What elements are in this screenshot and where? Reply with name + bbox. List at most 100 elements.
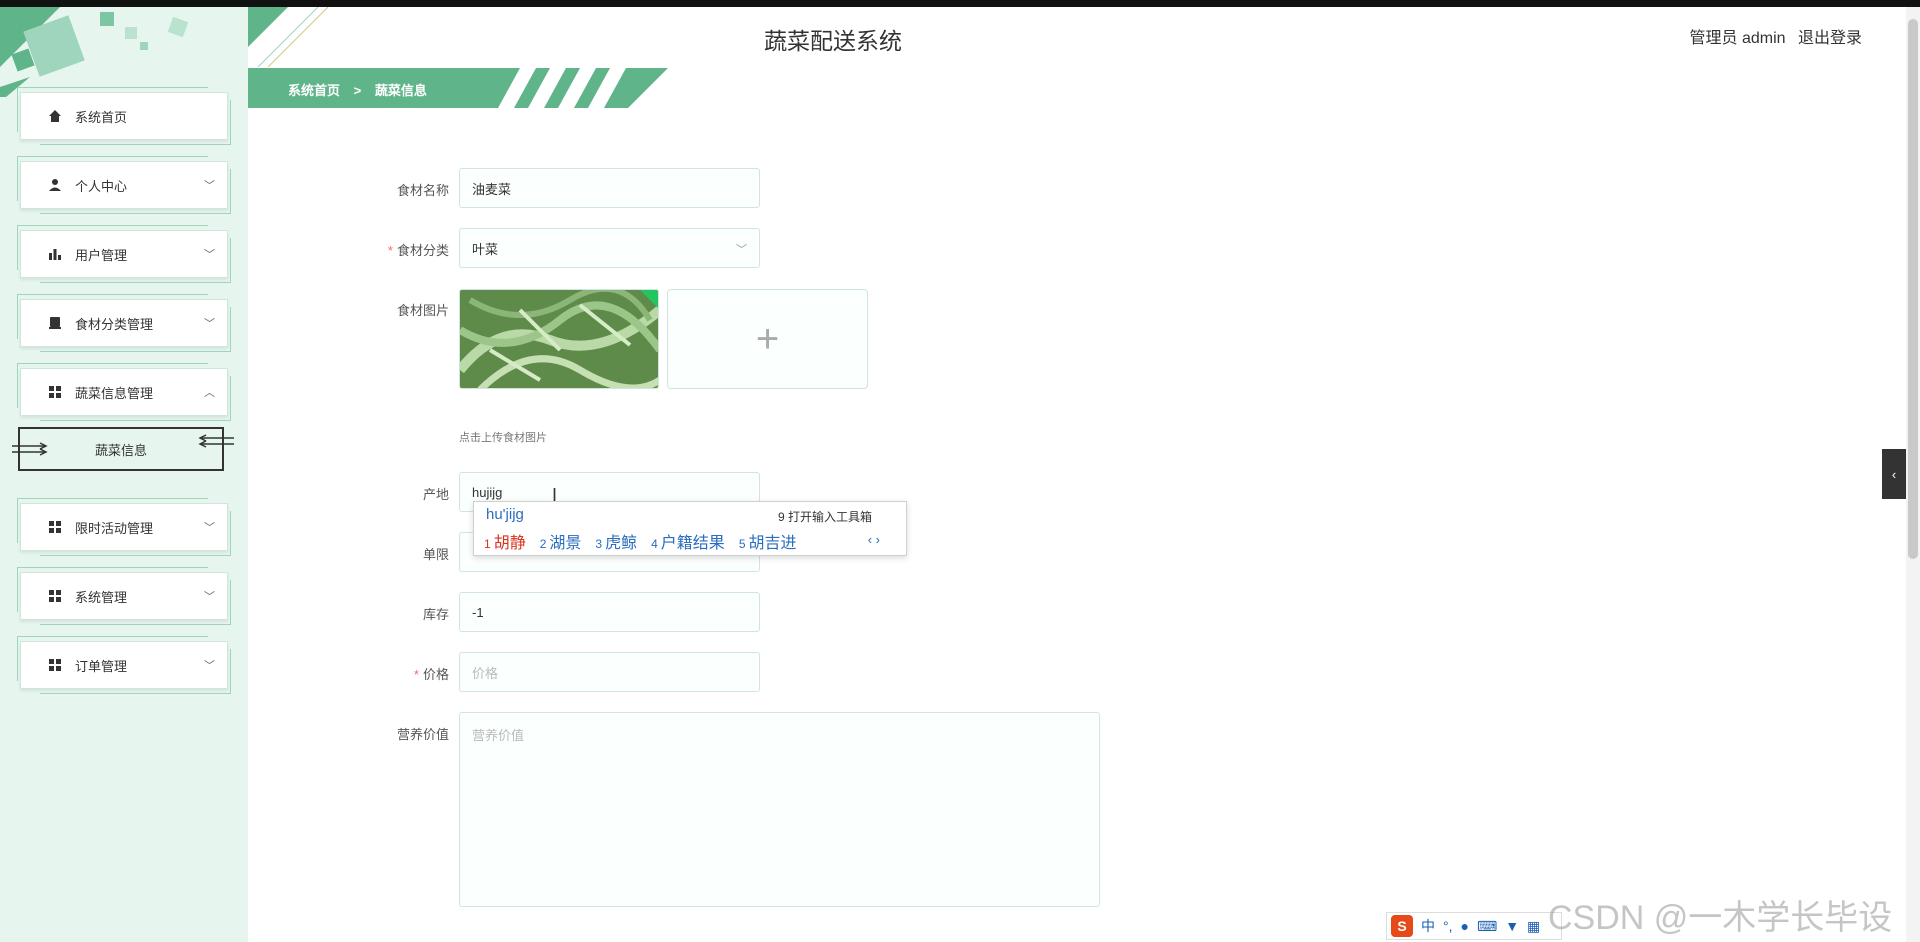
limit-label: 单限: [422, 547, 449, 562]
candidate-number: 3: [595, 537, 603, 551]
ime-candidate-popup: hu'jijg 9 打开输入工具箱 1 胡静 2 湖景 3 虎鲸 4 户籍结果 5 胡吉进…: [473, 501, 907, 556]
sidebar-item-category[interactable]: 食材分类管理 ﹀: [17, 294, 231, 352]
watermark: CSDN @一木学长毕设: [1548, 899, 1893, 937]
sidebar-subitem-label: 蔬菜信息: [94, 442, 147, 458]
punctuation-icon[interactable]: °,: [1443, 918, 1453, 934]
breadcrumb-current: 蔬菜信息: [374, 83, 427, 98]
ime-candidate[interactable]: 2 湖景: [540, 529, 582, 553]
stock-input[interactable]: -1: [459, 592, 760, 632]
grid-icon: [47, 657, 63, 673]
breadcrumb: 系统首页 > 蔬菜信息: [288, 80, 437, 99]
sidebar-item-label: 个人中心: [75, 178, 128, 194]
sidebar-item-label: 限时活动管理: [75, 520, 154, 536]
name-input[interactable]: 油麦菜: [459, 168, 760, 208]
chevron-down-icon: ﹀: [204, 318, 215, 330]
ime-page-nav[interactable]: ‹ ›: [868, 532, 880, 547]
breadcrumb-separator: >: [353, 83, 362, 98]
scrollbar-thumb[interactable]: [1908, 19, 1918, 559]
candidate-number: 5: [738, 537, 746, 551]
image-upload-button[interactable]: +: [667, 289, 868, 389]
header-decoration: [248, 7, 329, 67]
candidate-text: 虎鲸: [605, 535, 638, 552]
category-icon: [47, 315, 63, 331]
category-label-text: 食材分类: [396, 243, 449, 258]
user-icon: [47, 177, 63, 193]
ime-candidate[interactable]: 1 胡静: [484, 529, 526, 553]
sidebar-item-vegetable[interactable]: 蔬菜信息管理 ︿: [17, 363, 231, 421]
candidate-text: 胡吉进: [748, 535, 797, 552]
grid-icon: [47, 588, 63, 604]
sidebar-item-users[interactable]: 用户管理 ﹀: [17, 225, 231, 283]
chevron-down-icon: ﹀: [736, 244, 747, 256]
toolbox-icon[interactable]: ▦: [1527, 918, 1540, 935]
vegetable-image[interactable]: [459, 289, 659, 389]
user-area: 管理员 admin 退出登录: [1682, 24, 1863, 48]
chevron-down-icon: ﹀: [204, 522, 215, 534]
user-label: 管理员 admin: [1689, 30, 1786, 47]
name-label: 食材名称: [396, 183, 449, 198]
scrollbar[interactable]: [1906, 7, 1920, 942]
home-icon: [47, 108, 63, 124]
sidebar-item-label: 系统首页: [75, 109, 128, 125]
price-label: * 价格: [329, 664, 449, 683]
bar-chart-icon: [47, 246, 63, 262]
plus-icon: +: [755, 316, 780, 361]
ime-composition: hu'jijg: [486, 506, 524, 523]
stock-label: 库存: [422, 607, 449, 622]
nutrition-label: 营养价值: [396, 727, 449, 742]
sidebar-item-label: 用户管理: [75, 247, 128, 263]
image-label: 食材图片: [396, 303, 449, 318]
window-top-border: [0, 0, 1920, 7]
logout-link[interactable]: 退出登录: [1798, 30, 1862, 47]
sidebar-item-label: 蔬菜信息管理: [75, 385, 154, 401]
sidebar-item-profile[interactable]: 个人中心 ﹀: [17, 156, 231, 214]
ime-candidate[interactable]: 5 胡吉进: [739, 529, 797, 553]
category-value: 叶菜: [472, 241, 499, 257]
microphone-icon[interactable]: ●: [1461, 918, 1469, 934]
chevron-down-icon: ﹀: [204, 180, 215, 192]
sidebar-item-label: 食材分类管理: [75, 316, 154, 332]
ime-mode-label[interactable]: 中: [1421, 916, 1435, 936]
sidebar: 系统首页 个人中心 ﹀ 用户管理 ﹀ 食材分类管理 ﹀ 蔬菜信息管理 ︿ 限时活…: [0, 7, 248, 942]
price-label-text: 价格: [422, 667, 449, 682]
sidebar-item-activity[interactable]: 限时活动管理 ﹀: [17, 498, 231, 556]
ime-candidate[interactable]: 3 虎鲸: [595, 529, 637, 553]
ime-candidate[interactable]: 4 户籍结果: [651, 529, 725, 553]
sidebar-decoration: [0, 7, 189, 97]
candidate-number: 4: [651, 537, 658, 551]
origin-label: 产地: [422, 487, 449, 502]
sidebar-item-home[interactable]: 系统首页: [17, 87, 231, 145]
chevron-down-icon: ﹀: [204, 249, 215, 261]
sogou-logo-icon: S: [1391, 915, 1413, 937]
category-label: * 食材分类: [329, 240, 449, 259]
keyboard-icon[interactable]: ⌨: [1477, 918, 1497, 935]
candidate-text: 户籍结果: [660, 535, 725, 552]
arrow-right-icon: [12, 442, 48, 456]
grid-icon: [47, 519, 63, 535]
upload-tip: 点击上传食材图片: [459, 432, 547, 444]
candidate-text: 胡静: [493, 535, 526, 552]
collapse-panel-button[interactable]: ‹: [1882, 449, 1906, 499]
candidate-number: 1: [484, 537, 491, 551]
ime-status-bar[interactable]: S 中 °, ● ⌨ ▼ ▦: [1386, 912, 1562, 940]
chevron-down-icon: ﹀: [204, 591, 215, 603]
breadcrumb-home[interactable]: 系统首页: [288, 83, 340, 98]
sidebar-subitem-vegetable-info[interactable]: 蔬菜信息: [12, 427, 234, 471]
ime-toolbox-link[interactable]: 9 打开输入工具箱: [778, 508, 872, 525]
sidebar-item-label: 系统管理: [75, 589, 128, 605]
required-mark: *: [387, 243, 393, 258]
chevron-down-icon: ﹀: [204, 660, 215, 672]
sidebar-item-label: 订单管理: [75, 658, 128, 674]
price-input[interactable]: 价格: [459, 652, 760, 692]
category-select[interactable]: 叶菜 ﹀: [459, 228, 760, 268]
chevron-left-icon: ‹: [1891, 466, 1897, 482]
required-mark: *: [413, 667, 419, 682]
sidebar-item-orders[interactable]: 订单管理 ﹀: [17, 636, 231, 694]
skin-icon[interactable]: ▼: [1505, 918, 1519, 934]
sidebar-item-system[interactable]: 系统管理 ﹀: [17, 567, 231, 625]
arrow-left-icon: [198, 434, 234, 448]
chevron-up-icon: ︿: [204, 387, 215, 399]
grid-icon: [47, 384, 63, 400]
nutrition-textarea[interactable]: 营养价值: [459, 712, 1100, 907]
app-title: 蔬菜配送系统: [764, 28, 902, 54]
